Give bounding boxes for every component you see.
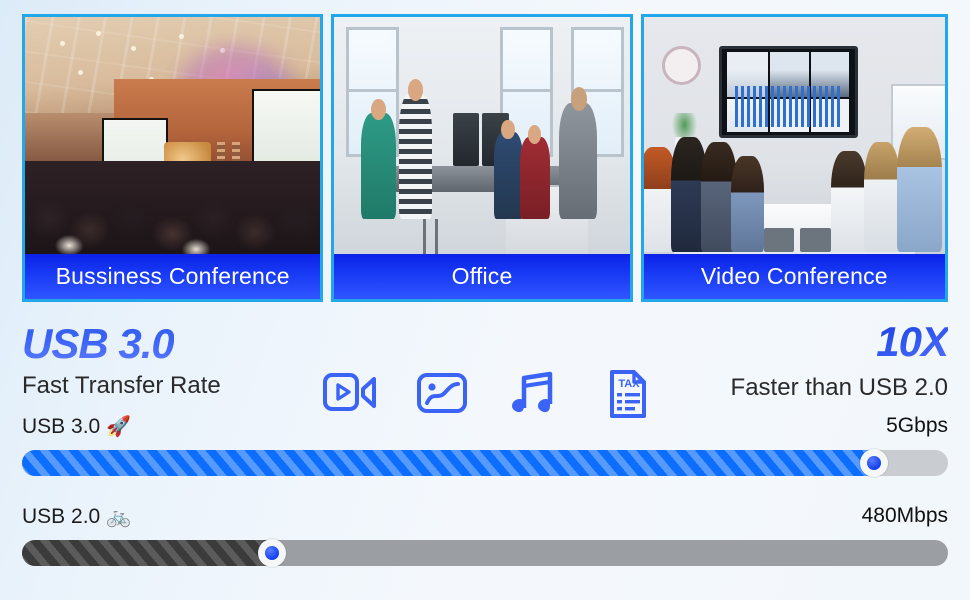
faster-than-usb20-subtitle: Faster than USB 2.0	[730, 374, 948, 401]
ten-times-headline: 10X	[876, 318, 949, 365]
tax-document-icon: TAX	[610, 370, 646, 418]
seated-audience	[25, 161, 321, 257]
usb20-bar-label-text: USB 2.0	[22, 505, 101, 528]
rocket-emoji: 🚀	[106, 416, 132, 438]
wall-clock	[661, 45, 701, 85]
laptop-2	[800, 228, 831, 253]
usb30-bar-label-text: USB 3.0	[22, 415, 101, 438]
wall-mounted-display	[719, 45, 858, 139]
photo-icon	[417, 373, 467, 413]
usb30-speed-value: 5Gbps	[886, 414, 948, 437]
bicycle-emoji: 🚲	[106, 506, 132, 528]
projection-screen-right	[252, 89, 321, 165]
attendee-7	[896, 127, 942, 253]
fast-transfer-rate-subtitle: Fast Transfer Rate	[22, 372, 221, 399]
usb20-slider-layer	[22, 539, 948, 567]
photo-caption-business-conference: Bussiness Conference	[25, 254, 321, 299]
usb20-speed-value: 480Mbps	[861, 504, 948, 527]
video-call-grid	[727, 52, 850, 132]
usb20-bar-label: USB 2.0 🚲	[22, 504, 131, 529]
scenario-photo-strip: Bussiness Conference Office Video Confer…	[22, 14, 948, 302]
specs-section: USB 3.0 Fast Transfer Rate 10X Faster th…	[0, 302, 970, 600]
usb30-slider-layer	[22, 449, 948, 477]
office-person-3	[493, 132, 524, 219]
usb30-bar-label: USB 3.0 🚀	[22, 414, 131, 439]
photo-image-business-conference	[25, 17, 321, 257]
photo-image-office	[334, 17, 630, 257]
video-tile-chart	[727, 85, 842, 132]
attendee-5	[830, 151, 867, 253]
laptop-1	[764, 228, 795, 253]
usb30-slider-handle[interactable]	[859, 449, 888, 477]
svg-text:TAX: TAX	[618, 378, 640, 390]
photo-card-video-conference: Video Conference	[640, 14, 948, 302]
photo-caption-office: Office	[334, 254, 630, 299]
office-person-1	[360, 113, 397, 219]
usb20-slider-handle[interactable]	[258, 539, 287, 567]
photo-card-business-conference: Bussiness Conference	[22, 14, 324, 302]
chart-bars	[734, 85, 842, 127]
photo-caption-video-conference: Video Conference	[643, 254, 945, 299]
music-icon	[512, 371, 553, 413]
office-person-5	[558, 103, 598, 219]
attendee-4	[731, 156, 765, 253]
office-monitor-1	[452, 113, 480, 166]
usb30-headline: USB 3.0	[22, 320, 175, 367]
video-icon	[323, 373, 376, 411]
photo-image-video-conference	[643, 17, 945, 257]
feature-icon-row: TAX	[322, 368, 654, 420]
office-person-4	[520, 137, 550, 219]
attendee-6	[863, 141, 900, 253]
office-person-2	[399, 93, 432, 219]
photo-card-office: Office	[331, 14, 633, 302]
